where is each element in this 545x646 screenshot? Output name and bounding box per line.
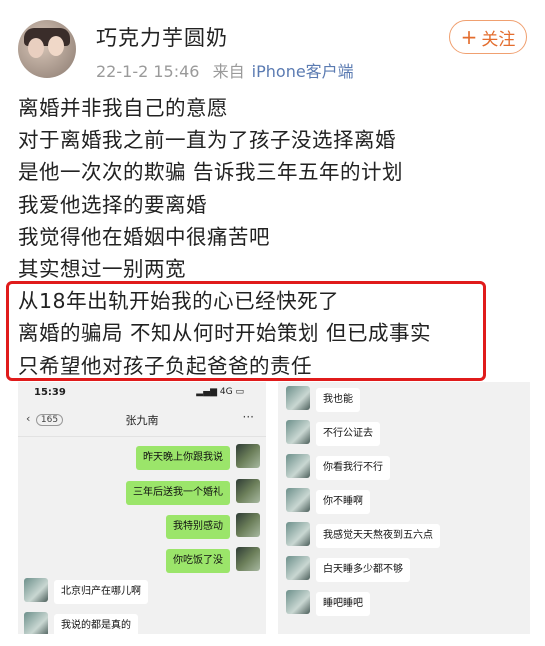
avatar — [286, 386, 310, 410]
message-bubble: 你吃饭了没 — [166, 549, 230, 573]
post-date: 22-1-2 15:46 — [96, 62, 200, 81]
follow-label: 关注 — [481, 29, 516, 50]
avatar — [24, 612, 48, 634]
message-bubble: 三年后送我一个婚礼 — [126, 481, 230, 505]
avatar — [286, 522, 310, 546]
message-bubble: 我特别感动 — [166, 515, 230, 539]
avatar — [286, 454, 310, 478]
message-bubble: 我说的都是真的 — [54, 614, 138, 634]
avatar — [286, 420, 310, 444]
chat-screenshot-left[interactable]: 15:39 ▂▄▆ 4G ▭ ‹ 165 张九南 ··· 昨天晚上你跟我说 三年… — [18, 382, 266, 634]
follow-button[interactable]: + 关注 — [449, 20, 527, 54]
chat-title: 张九南 — [125, 414, 159, 427]
avatar — [236, 547, 260, 571]
message-bubble: 昨天晚上你跟我说 — [136, 446, 230, 470]
post-line: 是他一次次的欺骗 告诉我三年五年的计划 — [18, 160, 404, 185]
post-header: 巧克力芋圆奶 22-1-2 15:46 来自 iPhone客户端 + 关注 — [0, 0, 545, 88]
message-bubble: 你不睡啊 — [316, 490, 370, 514]
avatar — [286, 488, 310, 512]
plus-icon: + — [460, 25, 478, 49]
chat-navbar: ‹ 165 张九南 ··· — [18, 402, 266, 437]
avatar — [236, 479, 260, 503]
more-icon[interactable]: ··· — [243, 410, 254, 424]
message-bubble: 我也能 — [316, 388, 360, 412]
post-source[interactable]: iPhone客户端 — [252, 62, 354, 81]
chat-screenshot-right[interactable]: 我也能 不行公证去 你看我行不行 你不睡啊 我感觉天天熬夜到五六点 白天睡多少都… — [278, 382, 530, 634]
status-time: 15:39 — [34, 387, 66, 398]
post-line: 离婚并非我自己的意愿 — [18, 96, 228, 120]
post-line: 我爱他选择的要离婚 — [18, 192, 207, 217]
status-bar: 15:39 ▂▄▆ 4G ▭ — [18, 382, 266, 402]
highlight-box — [6, 281, 486, 381]
message-bubble: 北京归产在哪儿啊 — [54, 580, 148, 604]
message-bubble: 白天睡多少都不够 — [316, 558, 410, 582]
message-bubble: 不行公证去 — [316, 422, 380, 446]
avatar — [236, 513, 260, 537]
username[interactable]: 巧克力芋圆奶 — [96, 22, 228, 52]
post-meta: 22-1-2 15:46 来自 iPhone客户端 — [96, 58, 354, 82]
user-avatar[interactable] — [18, 20, 76, 78]
message-bubble: 你看我行不行 — [316, 456, 390, 480]
avatar — [286, 556, 310, 580]
message-bubble: 我感觉天天熬夜到五六点 — [316, 524, 440, 548]
post-line: 我觉得他在婚姻中很痛苦吧 — [18, 224, 270, 249]
post-line: 对于离婚我之前一直为了孩子没选择离婚 — [18, 128, 396, 153]
signal-icon: ▂▄▆ 4G ▭ — [196, 387, 244, 397]
message-bubble: 睡吧睡吧 — [316, 592, 370, 616]
avatar — [286, 590, 310, 614]
avatar — [236, 444, 260, 468]
post-via: 来自 — [212, 62, 245, 81]
avatar — [24, 578, 48, 602]
